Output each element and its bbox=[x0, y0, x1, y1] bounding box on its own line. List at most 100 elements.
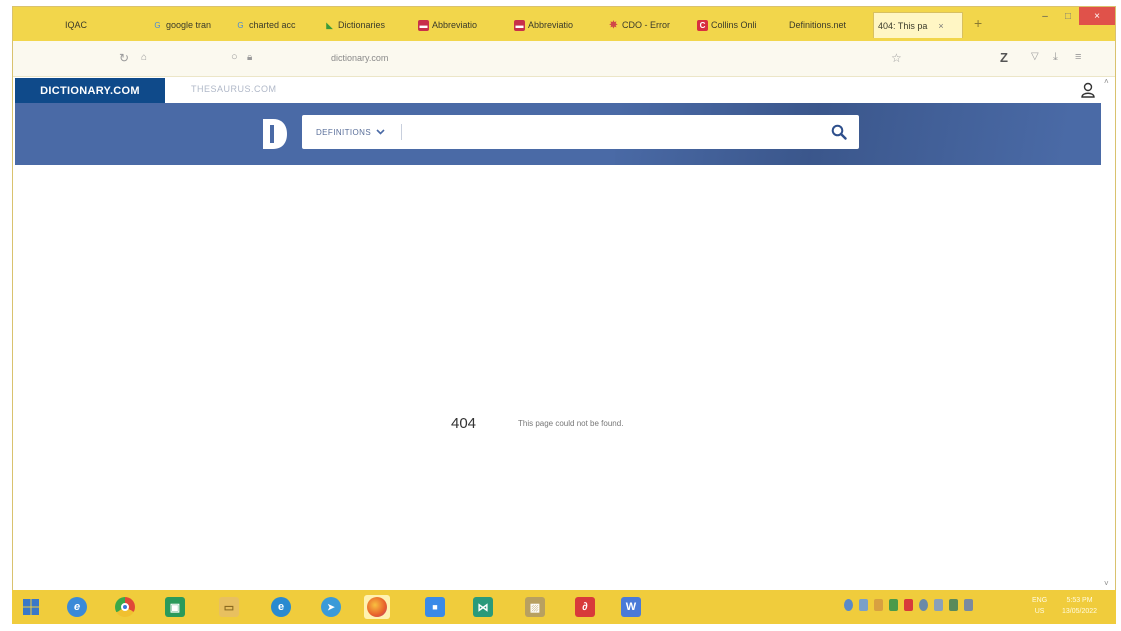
lock-icon[interactable]: 🔒︎ bbox=[247, 52, 252, 63]
zoom-icon: ■ bbox=[425, 597, 445, 617]
site-search-bar: DEFINITIONS bbox=[15, 103, 1101, 165]
user-icon[interactable] bbox=[1079, 81, 1097, 99]
dictionary-logo-icon[interactable] bbox=[259, 117, 289, 151]
picture-icon: ▨ bbox=[525, 597, 545, 617]
tab-abbreviations-1[interactable]: ▬ Abbreviatio bbox=[414, 14, 504, 36]
reload-icon[interactable]: ↻ bbox=[119, 51, 129, 65]
dictionary-com-tab[interactable]: DICTIONARY.COM bbox=[15, 78, 165, 103]
abbreviations-icon: ▬ bbox=[514, 19, 525, 31]
site-top-bar: DICTIONARY.COM THESAURUS.COM bbox=[13, 78, 1115, 103]
chrome-icon bbox=[115, 597, 135, 617]
edge-icon: e bbox=[271, 597, 291, 617]
scroll-down-icon[interactable]: ˅ bbox=[1104, 579, 1109, 588]
pocket-icon[interactable]: ▽ bbox=[1031, 51, 1039, 62]
tab-dictionaries[interactable]: ◣ Dictionaries bbox=[320, 14, 405, 36]
z-extension-icon[interactable]: Z bbox=[1000, 50, 1008, 65]
taskbar-app-x[interactable]: ⋈ bbox=[470, 595, 496, 619]
folder-icon: ▭ bbox=[219, 597, 239, 617]
telegram-icon: ➤ bbox=[321, 597, 341, 617]
tab-google-translate[interactable]: G google tran bbox=[148, 14, 228, 36]
clock-date: 13/05/2022 bbox=[1062, 608, 1098, 615]
tray-app-icon[interactable] bbox=[859, 599, 868, 611]
menu-icon[interactable]: ≡ bbox=[1075, 51, 1081, 63]
new-tab-button[interactable]: + bbox=[974, 15, 982, 31]
tray-app-icon[interactable] bbox=[919, 599, 928, 611]
taskbar-edge[interactable]: e bbox=[268, 595, 294, 619]
taskbar-word[interactable]: W bbox=[618, 595, 644, 619]
tab-label: Dictionaries bbox=[338, 20, 386, 30]
url-bar[interactable]: dictionary.com bbox=[331, 53, 388, 63]
tab-definitions-net[interactable]: Definitions.net bbox=[785, 14, 871, 36]
start-button[interactable] bbox=[18, 595, 44, 619]
taskbar-acrobat[interactable]: ∂ bbox=[572, 595, 598, 619]
battery-icon[interactable] bbox=[964, 599, 973, 611]
taskbar-store[interactable]: ▣ bbox=[162, 595, 188, 619]
search-box[interactable]: DEFINITIONS bbox=[302, 115, 859, 149]
tray-app-icon[interactable] bbox=[874, 599, 883, 611]
error-code: 404 bbox=[451, 415, 477, 432]
clock[interactable]: 5:53 PM 13/05/2022 bbox=[1062, 595, 1097, 617]
volume-icon[interactable] bbox=[934, 599, 943, 611]
browser-window: IQAC G google tran G charted acc ◣ Dicti… bbox=[12, 6, 1116, 592]
tab-label: IQAC bbox=[65, 20, 88, 30]
dictionaries-icon: ◣ bbox=[326, 20, 333, 30]
taskbar-firefox[interactable] bbox=[364, 595, 390, 619]
tab-iqac[interactable]: IQAC bbox=[61, 14, 141, 36]
search-mode-label: DEFINITIONS bbox=[316, 127, 372, 137]
tab-close-icon[interactable]: × bbox=[938, 21, 943, 31]
language-indicator[interactable]: ENG US bbox=[1032, 595, 1047, 617]
abbreviations-icon: ▬ bbox=[418, 19, 429, 31]
taskbar-telegram[interactable]: ➤ bbox=[318, 595, 344, 619]
window-close-button[interactable]: × bbox=[1079, 7, 1115, 25]
scroll-up-icon[interactable]: ˄ bbox=[1104, 77, 1109, 86]
google-icon: G bbox=[237, 20, 244, 30]
maximize-button[interactable]: □ bbox=[1057, 7, 1079, 25]
taskbar-explorer[interactable]: ▭ bbox=[216, 595, 242, 619]
google-icon: G bbox=[154, 20, 161, 30]
tab-collins-online[interactable]: C Collins Onli bbox=[693, 14, 783, 36]
tab-abbreviations-2[interactable]: ▬ Abbreviatio bbox=[510, 14, 600, 36]
search-input[interactable] bbox=[408, 119, 819, 145]
store-icon: ▣ bbox=[165, 597, 185, 617]
home-icon[interactable]: ⌂ bbox=[141, 52, 147, 63]
firefox-icon bbox=[367, 597, 387, 617]
system-tray bbox=[844, 599, 973, 611]
cdo-icon: ✸ bbox=[609, 19, 618, 31]
region-label: US bbox=[1034, 608, 1045, 615]
search-mode-dropdown[interactable]: DEFINITIONS bbox=[316, 128, 385, 137]
screenshot: IQAC G google tran G charted acc ◣ Dicti… bbox=[0, 0, 1121, 631]
minimize-button[interactable]: – bbox=[1033, 7, 1057, 25]
tracking-shield-icon[interactable]: ○ bbox=[231, 51, 238, 63]
tab-404-active[interactable]: 404: This pa × bbox=[873, 12, 963, 38]
thesaurus-com-tab[interactable]: THESAURUS.COM bbox=[191, 84, 277, 94]
word-icon: W bbox=[621, 597, 641, 617]
tray-app-icon[interactable] bbox=[889, 599, 898, 611]
network-icon[interactable] bbox=[844, 599, 853, 611]
taskbar-picture-app[interactable]: ▨ bbox=[522, 595, 548, 619]
taskbar-zoom[interactable]: ■ bbox=[422, 595, 448, 619]
tray-app-icon[interactable] bbox=[904, 599, 913, 611]
navigation-bar: ↻ ⌂ ○ 🔒︎ dictionary.com ☆ Z ▽ ⤓ ≡ bbox=[13, 41, 1115, 77]
acrobat-icon: ∂ bbox=[575, 597, 595, 617]
taskbar-ie[interactable]: e bbox=[64, 595, 90, 619]
tab-label: Definitions.net bbox=[789, 20, 847, 30]
internet-explorer-icon: e bbox=[67, 597, 87, 617]
tab-charted-accountant[interactable]: G charted acc bbox=[231, 14, 311, 36]
tab-bar: IQAC G google tran G charted acc ◣ Dicti… bbox=[13, 7, 1115, 41]
taskbar-chrome[interactable] bbox=[112, 595, 138, 619]
language-label: ENG bbox=[1032, 597, 1048, 604]
tray-app-icon[interactable] bbox=[949, 599, 958, 611]
tab-label: 404: This pa bbox=[878, 20, 928, 31]
tab-cdo-error[interactable]: ✸ CDO - Error bbox=[604, 14, 688, 36]
tab-label: Collins Onli bbox=[711, 20, 757, 30]
chevron-down-icon bbox=[376, 129, 385, 135]
tab-label: Abbreviatio bbox=[432, 20, 478, 30]
search-icon[interactable] bbox=[831, 124, 847, 140]
clock-time: 5:53 PM bbox=[1066, 597, 1093, 604]
download-icon[interactable]: ⤓ bbox=[1053, 51, 1058, 64]
bookmark-star-icon[interactable]: ☆ bbox=[891, 51, 902, 65]
windows-icon bbox=[23, 599, 39, 615]
search-divider bbox=[401, 124, 403, 140]
tab-label: Abbreviatio bbox=[528, 20, 574, 30]
taskbar: e ▣ ▭ e ➤ ■ ⋈ ▨ ∂ W ENG US 5:53 PM 13/05… bbox=[12, 590, 1116, 624]
